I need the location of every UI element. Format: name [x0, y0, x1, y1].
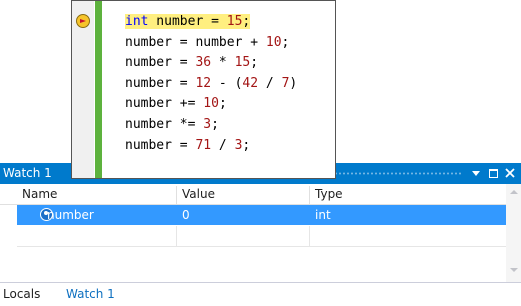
code-text: ; [242, 137, 251, 153]
watch-window: Watch 1 Name Value Type number 0 int Loc… [0, 163, 521, 306]
code-text: ) [289, 75, 298, 91]
code-line-text: number = 71 / 3; [125, 138, 250, 153]
current-statement-highlight: int number = 15; [125, 14, 251, 29]
code-line[interactable]: number = 36 * 15; [125, 53, 297, 74]
code-text: number = [125, 55, 196, 71]
code-line-text: number = 12 - (42 / 7) [125, 76, 297, 91]
row-divider [309, 226, 310, 246]
code-line[interactable]: number *= 3; [125, 115, 297, 136]
code-number: 71 [195, 137, 212, 153]
code-text: / [258, 75, 282, 91]
close-button[interactable] [502, 165, 518, 181]
code-text: ; [242, 14, 251, 29]
column-header-type[interactable]: Type [315, 184, 343, 204]
code-text: * [211, 55, 235, 71]
change-tracking-bar [95, 1, 102, 178]
code-number: 15 [226, 14, 243, 29]
code-line[interactable]: int number = 15; [125, 12, 297, 33]
title-bar-grip[interactable] [318, 172, 463, 175]
code-text: number = [125, 137, 196, 153]
chevron-down-icon [472, 170, 480, 176]
row-divider [176, 226, 177, 246]
watch-row-number[interactable]: number 0 int [0, 205, 506, 225]
current-statement-arrow-icon[interactable] [76, 14, 90, 28]
code-line-text: number += 10; [125, 96, 227, 111]
selected-row-highlight: number 0 int [17, 205, 506, 225]
watch-row-empty[interactable] [0, 226, 506, 247]
code-line[interactable]: number = 71 / 3; [125, 136, 297, 157]
code-text: number *= [125, 116, 204, 132]
tab-locals[interactable]: Locals [3, 286, 40, 303]
restore-button[interactable] [485, 165, 501, 181]
code-text: number = number + [125, 34, 266, 50]
code-number: 15 [234, 55, 251, 71]
code-number: 10 [203, 96, 219, 112]
code-line-text: number = 36 * 15; [125, 55, 258, 70]
vertical-scrollbar[interactable] [506, 184, 521, 282]
code-text: number += [125, 96, 204, 112]
code-text: ; [211, 116, 219, 132]
code-line[interactable]: number = 12 - (42 / 7) [125, 74, 297, 95]
code-number: 42 [242, 75, 259, 91]
column-header-value[interactable]: Value [182, 184, 215, 204]
scroll-up-icon[interactable] [510, 190, 518, 194]
scroll-down-icon[interactable] [510, 268, 518, 272]
code-line[interactable]: number += 10; [125, 94, 297, 115]
code-text: ; [218, 96, 227, 112]
column-divider[interactable] [176, 186, 177, 204]
tab-watch-1[interactable]: Watch 1 [66, 286, 115, 303]
close-icon [505, 168, 515, 178]
code-text: ; [250, 55, 259, 71]
watch-title: Watch 1 [3, 166, 52, 180]
tool-window-tabs: Locals Watch 1 [0, 282, 521, 306]
empty-row-cells [17, 226, 506, 247]
watch-row-name: number [47, 208, 94, 222]
code-peek-popup: int number = 15; number = number + 10; num… [71, 0, 336, 179]
column-header-row: Name Value Type [0, 184, 506, 205]
code-line[interactable]: number = number + 10; [125, 33, 297, 54]
window-menu-button[interactable] [468, 165, 484, 181]
column-header-name[interactable]: Name [22, 184, 57, 204]
code-number: 12 [195, 75, 212, 91]
code-text: / [211, 137, 235, 153]
restore-window-icon [488, 168, 498, 178]
code-lines: int number = 15; number = number + 10; num… [125, 12, 297, 156]
code-keyword: int [125, 14, 149, 29]
watch-grid: Name Value Type number 0 int [0, 184, 506, 282]
watch-row-type: int [315, 208, 331, 222]
watch-row-value[interactable]: 0 [182, 205, 190, 225]
code-text: - ( [211, 75, 243, 91]
code-text: number = [148, 14, 227, 29]
code-line-text: number *= 3; [125, 117, 219, 132]
code-text: number = [125, 75, 196, 91]
code-number: 10 [265, 34, 282, 50]
code-line-text: number = number + 10; [125, 35, 289, 50]
column-divider[interactable] [309, 186, 310, 204]
code-number: 3 [203, 116, 212, 132]
indicator-margin[interactable] [72, 1, 94, 178]
code-number: 36 [195, 55, 212, 71]
code-text: ; [281, 34, 290, 50]
